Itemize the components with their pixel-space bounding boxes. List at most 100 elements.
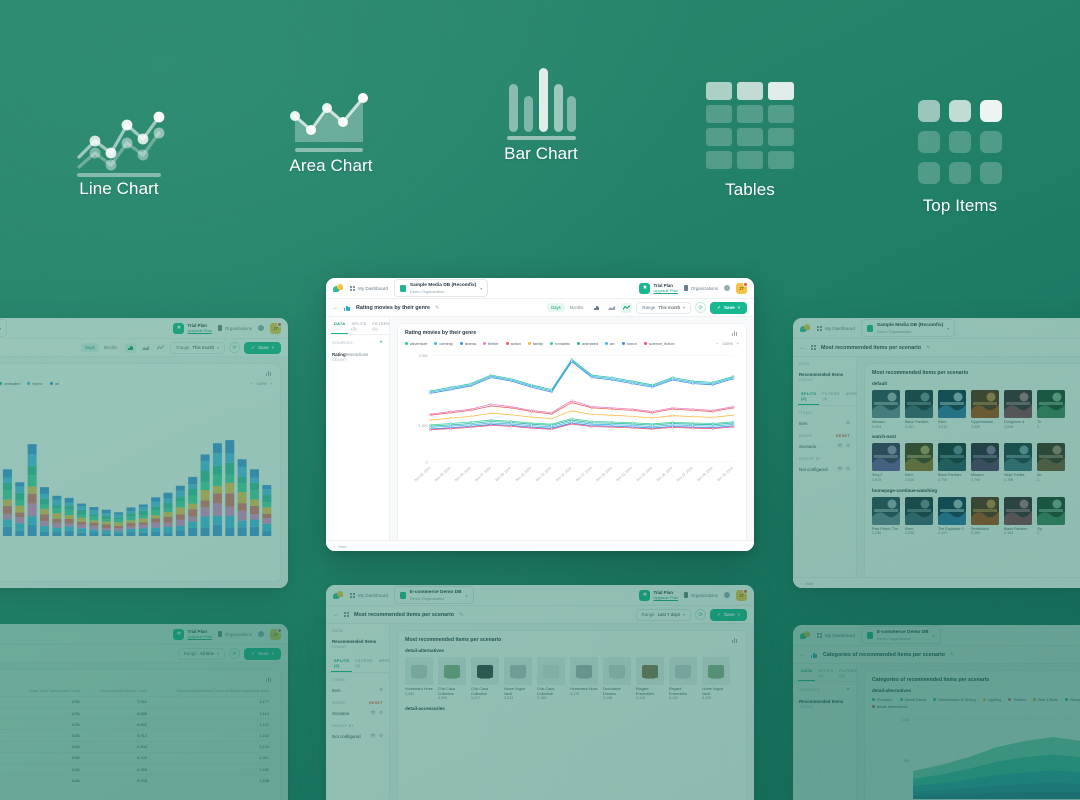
edit-icon[interactable]: ✎	[459, 612, 463, 618]
database-selector[interactable]: Sample Media DB (Recomfix) Demo Organiza…	[860, 319, 956, 337]
list-item[interactable]: Elegant Ensembles 3,122	[669, 657, 697, 701]
save-button[interactable]: ✓ Save ▾	[710, 301, 747, 314]
list-item[interactable]: Retribution 2,169	[971, 496, 999, 536]
list-item[interactable]: Klem 2,810	[905, 443, 933, 482]
export-icon[interactable]	[266, 676, 273, 682]
chevron-down-icon[interactable]: ▾	[272, 651, 274, 657]
dashboard-card-bar-chart[interactable]: My Dashboard Sample Media DB (Recomfix) …	[0, 318, 288, 588]
chart-type-area-button[interactable]	[606, 303, 617, 313]
list-item[interactable]: Black Panther: 3,061	[905, 390, 933, 429]
export-icon[interactable]	[732, 330, 739, 336]
gear-icon[interactable]: ⚙	[379, 687, 383, 693]
source-item[interactable]: Recommended Items COUNT	[793, 368, 856, 384]
list-item[interactable]: Chic Casa Collective 3,394	[438, 657, 466, 701]
add-source-button[interactable]: +	[846, 687, 850, 693]
list-item[interactable]: Elegant Ensembles 3,142	[636, 657, 664, 701]
back-button[interactable]: ←	[800, 652, 806, 658]
source-item[interactable]: Recommended Items COUNT	[326, 635, 389, 651]
hero-item-top-items[interactable]: Top Items	[885, 100, 1035, 216]
back-button[interactable]: ←	[333, 612, 339, 618]
list-item[interactable]: The Equalizer 3 2,191	[938, 496, 966, 536]
my-dashboard-link[interactable]: My Dashboard	[817, 632, 855, 638]
table-header-cell[interactable]: Recommended Items/ Count of distinct req…	[151, 687, 273, 696]
source-item[interactable]: RatingInteractions COUNT	[326, 348, 389, 364]
avatar[interactable]: JT	[270, 627, 282, 640]
table-row[interactable]: 125k 6,852 1,142	[0, 718, 273, 730]
plan-chip[interactable]: ★ Trial Plan Upgrade Plan	[639, 282, 678, 294]
dashboard-card-ecommerce-items[interactable]: My Dashboard E-commerce Demo DB Demo Org…	[326, 585, 754, 800]
database-selector[interactable]: Sample Media DB (Recomfix) Demo Organiza…	[0, 319, 8, 337]
organizations-button[interactable]: Organizations	[683, 285, 718, 291]
eye-icon[interactable]: 👁	[837, 443, 843, 449]
list-item[interactable]: Chic Casa Collective 3,217	[471, 657, 499, 701]
group-by-row[interactable]: Not configured 👁 ⚙	[793, 463, 856, 475]
reset-button[interactable]: RESET	[369, 701, 383, 705]
list-item[interactable]: Sing 2 2,819	[872, 443, 900, 482]
my-dashboard-link[interactable]: My Dashboard	[350, 592, 388, 598]
tab-splits[interactable]: SPLITS (2)	[798, 387, 820, 405]
edit-icon[interactable]: ✎	[950, 652, 954, 658]
seg-months[interactable]: Months	[566, 303, 588, 312]
save-button[interactable]: ✓ Save ▾	[244, 341, 281, 354]
tab-splits[interactable]: SPLITS (2)	[348, 317, 369, 334]
legend-item[interactable]: Furniture	[872, 697, 893, 702]
avatar[interactable]: JT	[270, 321, 282, 334]
refresh-icon[interactable]: ⟳	[229, 342, 241, 353]
edit-icon[interactable]: ✎	[926, 345, 930, 351]
eye-icon[interactable]: 👁	[370, 710, 376, 716]
plan-chip[interactable]: ★ Trial Plan Upgrade Plan	[639, 589, 678, 601]
refresh-icon[interactable]: ⟳	[695, 302, 707, 313]
list-item[interactable]: Decorative Dreams 3,148	[603, 657, 631, 701]
list-item[interactable]: Klem 3,013	[938, 390, 966, 429]
tab-data[interactable]: DATA	[798, 664, 816, 681]
list-item[interactable]: Oppenheimer 3,009	[971, 390, 999, 429]
dashboard-card-line-chart[interactable]: My Dashboard Sample Media DB (Recomfix) …	[326, 278, 754, 551]
list-item[interactable]: Th 3,	[1037, 390, 1065, 429]
list-item[interactable]: Paw Patrol: The 2,236	[872, 496, 900, 536]
chart-type-area-button[interactable]	[140, 343, 151, 353]
save-button[interactable]: ✓ Save ▾	[244, 647, 281, 660]
eye-icon[interactable]: 👁	[837, 466, 843, 472]
range-selector[interactable]: Range Last 7 days ▾	[635, 608, 692, 621]
table-row[interactable]: 125k 6,686 1,114	[0, 706, 273, 719]
organizations-button[interactable]: Organizations	[683, 592, 718, 598]
chart-type-line-button[interactable]	[621, 302, 633, 313]
dashboard-card-top-items[interactable]: My Dashboard Sample Media DB (Recomfix) …	[793, 318, 1080, 588]
plan-chip[interactable]: ★ Trial Plan Upgrade Plan	[173, 628, 212, 640]
tab-splits[interactable]: SPLITS (2)	[331, 654, 353, 672]
dashboard-card-table[interactable]: My Dashboard ★ Trial Plan Upgrade Plan O…	[0, 624, 288, 800]
gear-icon[interactable]	[724, 285, 730, 291]
database-selector[interactable]: E-commerce Demo DB Demo Organization ▾	[860, 626, 941, 644]
edit-icon[interactable]: ✎	[435, 305, 439, 311]
list-item[interactable]: Black Panther: 2,795	[938, 443, 966, 482]
gear-icon[interactable]: ⚙	[379, 733, 383, 739]
hero-item-bar-chart[interactable]: Bar Chart	[466, 62, 616, 164]
chevron-down-icon[interactable]: ▾	[738, 305, 740, 311]
table-row[interactable]: 126k 6,956 1,159	[0, 762, 273, 775]
legend-item[interactable]: Home Decor	[899, 697, 926, 702]
table-row[interactable]: 126k 6,948 1,158	[0, 774, 273, 786]
reset-button[interactable]: RESET	[836, 434, 850, 438]
my-dashboard-link[interactable]: My Dashboard	[817, 325, 855, 331]
tab-filters[interactable]: FILTERS (0)	[819, 387, 843, 405]
list-item[interactable]: Home Vogue Vault 3,120	[702, 657, 730, 701]
refresh-icon[interactable]: ⟳	[229, 648, 241, 659]
export-icon[interactable]	[266, 370, 273, 376]
hide-sidebar-button[interactable]: ‹ Hide	[793, 577, 1080, 588]
list-item[interactable]: Homeward Hues 3,487	[405, 657, 433, 701]
my-dashboard-link[interactable]: My Dashboard	[350, 285, 388, 291]
list-item[interactable]: Mission: 3,093	[872, 390, 900, 429]
legend-item[interactable]: Textiles	[1008, 697, 1026, 702]
list-item[interactable]: Ab 2,	[1037, 443, 1065, 482]
hero-item-tables[interactable]: Tables	[675, 82, 825, 200]
back-button[interactable]: ←	[333, 305, 339, 311]
range-selector[interactable]: Range All time ▾	[177, 647, 226, 660]
list-item[interactable]: Home Vogue Vault 3,214	[504, 657, 532, 701]
sidebar-tabs[interactable]: DATA SPLITS (2) FILTERS (1)	[326, 317, 390, 335]
table-row[interactable]: 126k 8,202 1,367	[0, 751, 273, 764]
tab-splits[interactable]: SPLITS (3)	[815, 664, 836, 681]
gear-icon[interactable]	[258, 325, 264, 331]
seg-days[interactable]: Days	[547, 303, 565, 312]
list-item[interactable]: Homeward Hues 3,179	[570, 657, 598, 701]
list-item[interactable]: Chic Casa Collective 3,189	[537, 657, 565, 701]
